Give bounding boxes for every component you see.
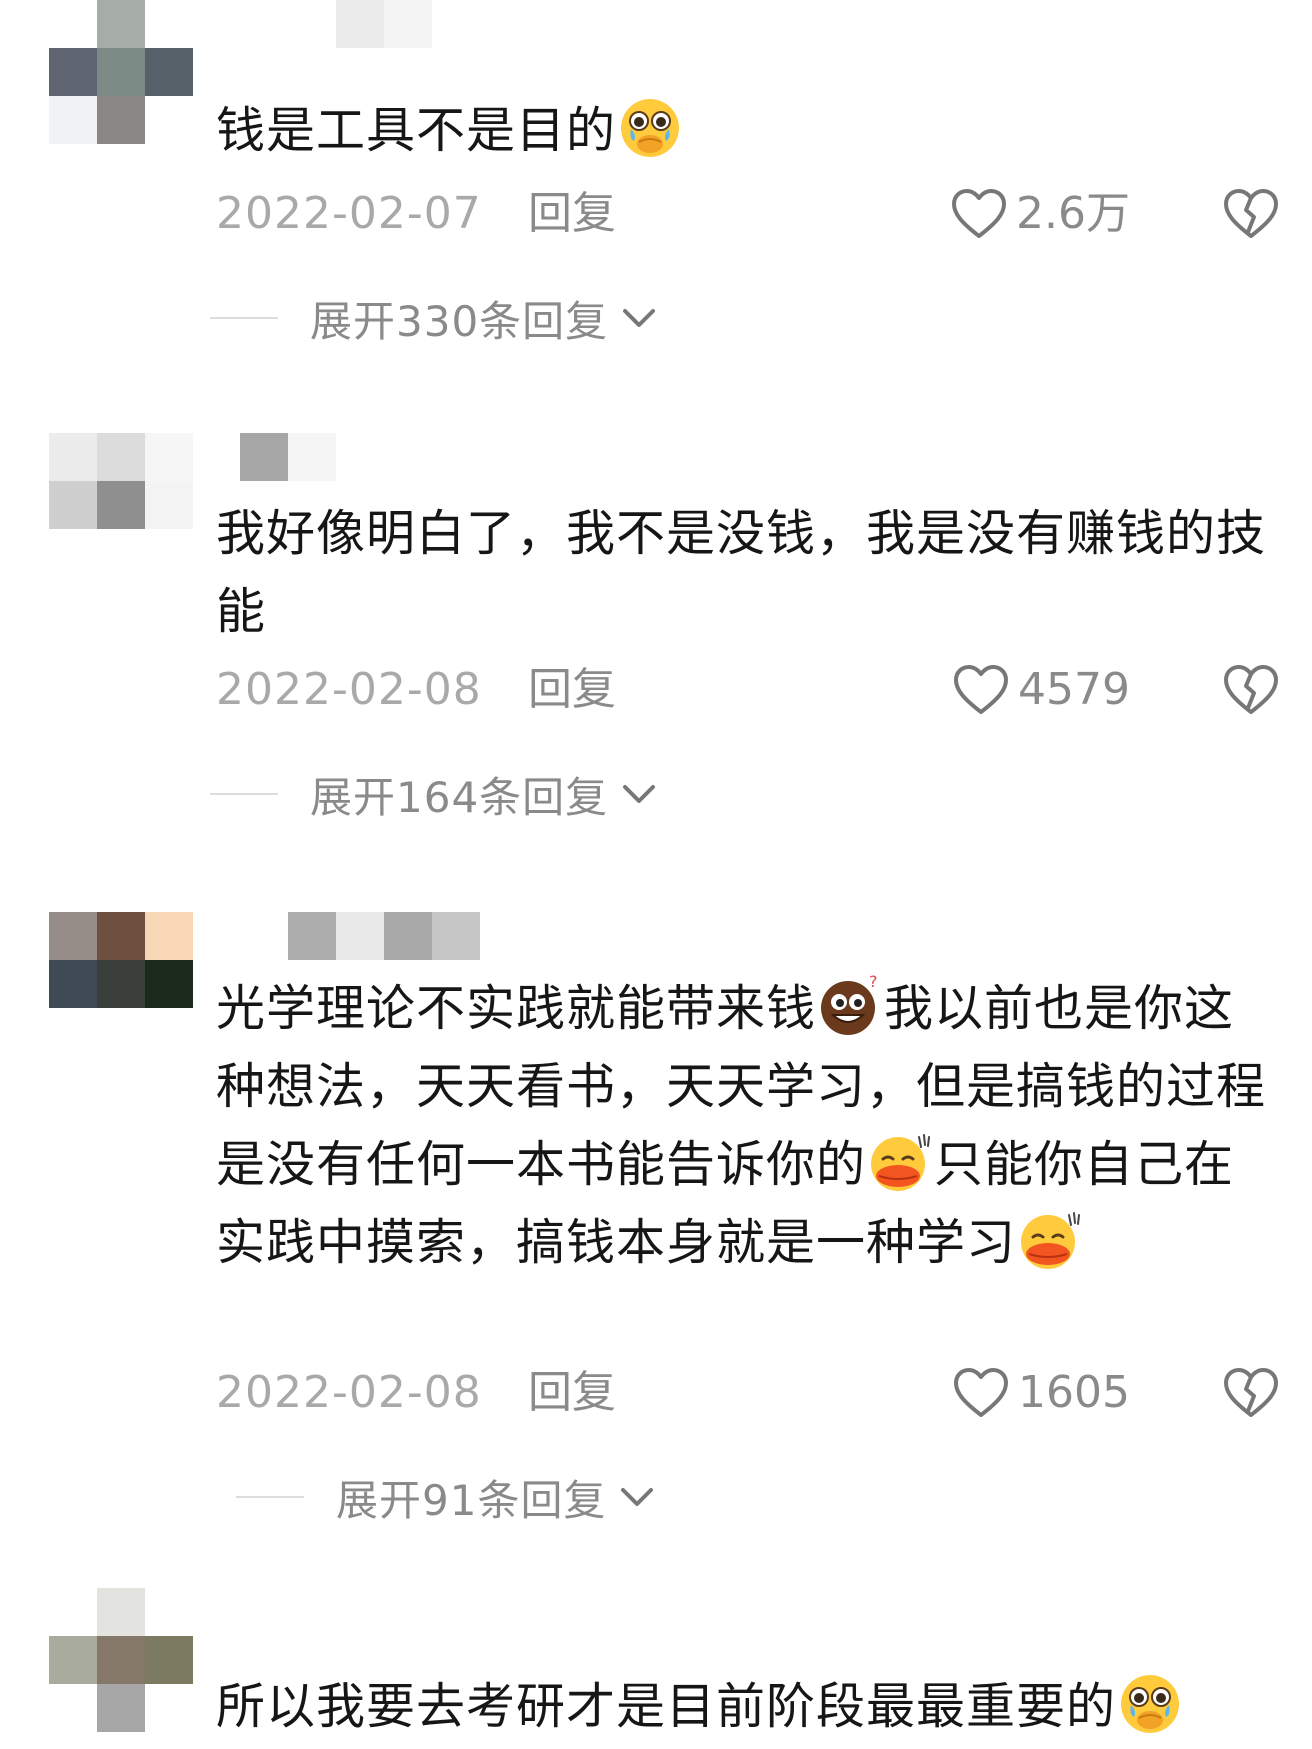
comment-date: 2022-02-07: [216, 188, 482, 239]
expand-replies-label: 展开164条回复: [310, 772, 609, 822]
divider-line: [210, 317, 278, 319]
expand-replies-label: 展开91条回复: [336, 1475, 607, 1525]
comment-text-part: 我好像明白了，我不是没钱，我是没有赚钱的技能: [216, 505, 1267, 640]
like-count: 4579: [1018, 664, 1130, 715]
divider-line: [236, 1496, 304, 1498]
reply-button[interactable]: 回复: [528, 1363, 616, 1423]
avatar[interactable]: [49, 0, 193, 144]
username[interactable]: [288, 912, 480, 960]
chevron-down-icon: [620, 305, 658, 331]
kiss-lips-emoji: [1017, 1207, 1083, 1273]
reply-button[interactable]: 回复: [528, 184, 616, 244]
broken-heart-icon[interactable]: [1222, 662, 1280, 718]
heart-icon: [952, 663, 1010, 717]
comment-text: 钱是工具不是目的: [216, 92, 1280, 170]
avatar[interactable]: [49, 433, 193, 577]
broken-heart-icon[interactable]: [1222, 1365, 1280, 1421]
username[interactable]: [240, 433, 336, 481]
pleading-cry-emoji: [617, 95, 683, 161]
chevron-down-icon: [618, 1484, 656, 1510]
heart-icon: [952, 1366, 1010, 1420]
chevron-down-icon: [620, 781, 658, 807]
comment-date: 2022-02-08: [216, 1367, 482, 1418]
expand-replies-button[interactable]: 展开164条回复: [210, 764, 658, 824]
avatar[interactable]: [49, 1588, 193, 1732]
kiss-lips-emoji: [867, 1129, 933, 1195]
comment-date: 2022-02-08: [216, 664, 482, 715]
expand-replies-button[interactable]: 展开330条回复: [210, 288, 658, 348]
comment-text: 所以我要去考研才是目前阶段最最重要的: [216, 1668, 1280, 1746]
reply-button[interactable]: 回复: [528, 660, 616, 720]
broken-heart-icon[interactable]: [1222, 186, 1280, 242]
brown-grin-emoji: [817, 973, 883, 1039]
comment-text: 我好像明白了，我不是没钱，我是没有赚钱的技能: [216, 495, 1280, 651]
comment-text: 光学理论不实践就能带来钱 我以前也是你这种想法，天天看书，天天学习，但是搞钱的过程…: [216, 970, 1280, 1282]
divider-line: [210, 793, 278, 795]
like-button[interactable]: 4579: [952, 660, 1130, 720]
comment-meta: 2022-02-07 回复 2.6万: [216, 184, 1280, 244]
comment-text-part: 钱是工具不是目的: [216, 102, 617, 159]
expand-replies-button[interactable]: 展开91条回复: [236, 1467, 656, 1527]
pleading-cry-emoji: [1117, 1671, 1183, 1737]
like-button[interactable]: 1605: [952, 1363, 1130, 1423]
comment-text-part: 所以我要去考研才是目前阶段最最重要的: [216, 1678, 1117, 1735]
username[interactable]: [336, 0, 432, 48]
heart-icon: [950, 187, 1008, 241]
like-count: 2.6万: [1016, 188, 1130, 239]
avatar[interactable]: [49, 912, 193, 1056]
expand-replies-label: 展开330条回复: [310, 296, 609, 346]
comment-text-part: 光学理论不实践就能带来钱: [216, 980, 817, 1037]
comment-meta: 2022-02-08 回复 1605: [216, 1363, 1280, 1423]
like-count: 1605: [1018, 1367, 1130, 1418]
like-button[interactable]: 2.6万: [950, 184, 1130, 244]
comment-meta: 2022-02-08 回复 4579: [216, 660, 1280, 720]
